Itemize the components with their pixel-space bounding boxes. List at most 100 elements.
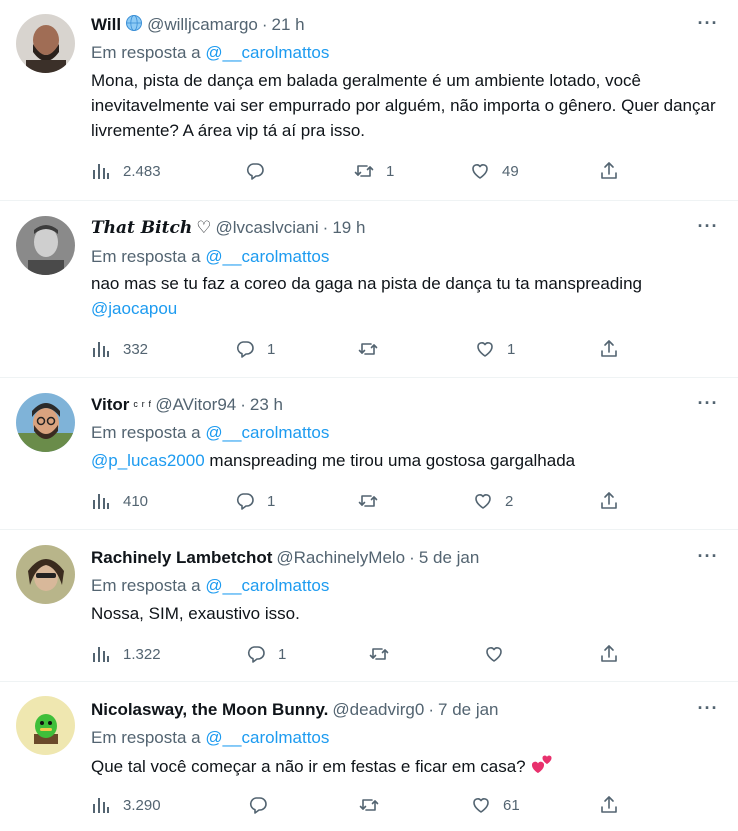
reply-button[interactable] [248,794,280,816]
views-button[interactable]: 410 [91,490,148,512]
like-count: 1 [507,340,516,358]
reply-button[interactable]: 1 [235,490,275,512]
views-count: 1.322 [123,645,161,663]
like-icon [470,161,490,181]
display-name[interactable]: Nicolasway, the Moon Bunny. [91,700,328,720]
tweet-mention[interactable]: @jaocapou [91,296,716,321]
like-button[interactable]: 2 [473,490,513,512]
like-count: 61 [503,796,520,814]
more-icon[interactable]: ··· [696,547,720,571]
display-name-suffix: ♡ [196,218,212,237]
display-name[interactable]: 𝑻𝒉𝒂𝒕 𝑩𝒊𝒕𝒄𝒉 [91,218,192,238]
user-handle[interactable]: @AVitor94 [155,395,236,415]
tweet-mention[interactable]: @p_lucas2000 [91,451,205,470]
views-button[interactable]: 332 [91,338,148,360]
avatar[interactable] [16,696,75,755]
like-button[interactable]: 61 [471,794,520,816]
display-name-suffix: ᶜ ʳ ᶠ [133,397,152,413]
tweet-time[interactable]: 5 de jan [419,548,480,568]
share-icon [599,491,619,511]
retweet-count: 1 [386,162,395,180]
views-icon [91,339,111,359]
reply-to-mention[interactable]: @__carolmattos [205,576,329,595]
retweet-button[interactable] [358,338,390,360]
share-icon [599,644,619,664]
user-handle[interactable]: @RachinelyMelo [276,548,405,568]
retweet-button[interactable] [359,794,391,816]
tweet-time[interactable]: 7 de jan [438,700,499,720]
action-bar: 410 1 2 [91,490,738,512]
retweet-button[interactable]: 1 [354,160,394,182]
tweet-text: Mona, pista de dança em balada geralment… [91,71,716,140]
avatar[interactable] [16,393,75,452]
separator-dot: · [409,548,415,567]
display-name[interactable]: Rachinely Lambetchot [91,548,272,568]
reply-to-mention[interactable]: @__carolmattos [205,423,329,442]
tweet-text: nao mas se tu faz a coreo da gaga na pis… [91,274,642,293]
reply-to-mention[interactable]: @__carolmattos [205,728,329,747]
like-icon [471,795,491,815]
reply-context: Em resposta a @__carolmattos [91,728,329,748]
tweet-time[interactable]: 23 h [250,395,283,415]
tweet-header: Rachinely Lambetchot @RachinelyMelo · 5 … [91,547,678,569]
share-button[interactable] [599,338,619,360]
like-button[interactable]: 49 [470,160,519,182]
tweet[interactable]: 𝑻𝒉𝒂𝒕 𝑩𝒊𝒕𝒄𝒉 ♡ @lvcaslvciani · 19 h ··· Em… [0,201,738,378]
display-name[interactable]: Vitor [91,395,129,415]
globe-icon [125,14,143,37]
action-bar: 1.322 1 [91,643,738,665]
action-bar: 2.483 1 49 [91,160,738,182]
user-handle[interactable]: @willjcamargo [147,15,258,35]
reply-context: Em resposta a @__carolmattos [91,247,329,267]
share-button[interactable] [599,490,619,512]
reply-to-mention[interactable]: @__carolmattos [205,43,329,62]
avatar[interactable] [16,545,75,604]
more-icon[interactable]: ··· [696,699,720,723]
tweet[interactable]: Nicolasway, the Moon Bunny. @deadvirg0 ·… [0,682,738,831]
tweet[interactable]: Vitor ᶜ ʳ ᶠ @AVitor94 · 23 h ··· Em resp… [0,378,738,530]
reply-icon [248,795,268,815]
retweet-icon [359,795,379,815]
reply-button[interactable]: 1 [246,643,286,665]
views-count: 410 [123,492,149,510]
more-icon[interactable]: ··· [696,217,720,241]
views-icon [91,644,111,664]
views-button[interactable]: 2.483 [91,160,161,182]
tweet-header: Vitor ᶜ ʳ ᶠ @AVitor94 · 23 h [91,394,678,416]
two-hearts-icon [530,753,554,782]
share-button[interactable] [599,160,619,182]
reply-button[interactable]: 1 [235,338,275,360]
separator-dot: · [240,395,246,414]
like-count: 2 [505,492,514,510]
tweet[interactable]: Will @willjcamargo · 21 h ··· Em respost… [0,0,738,201]
display-name[interactable]: Will [91,15,121,35]
avatar[interactable] [16,216,75,275]
retweet-icon [369,644,389,664]
more-icon[interactable]: ··· [696,394,720,418]
views-count: 332 [123,340,149,358]
tweet-time[interactable]: 19 h [332,218,365,238]
share-button[interactable] [599,643,619,665]
like-icon [475,339,495,359]
tweet-time[interactable]: 21 h [272,15,305,35]
tweet[interactable]: Rachinely Lambetchot @RachinelyMelo · 5 … [0,530,738,682]
retweet-button[interactable] [369,643,401,665]
more-icon[interactable]: ··· [696,14,720,38]
avatar[interactable] [16,14,75,73]
like-button[interactable] [484,643,516,665]
tweet-header: 𝑻𝒉𝒂𝒕 𝑩𝒊𝒕𝒄𝒉 ♡ @lvcaslvciani · 19 h [91,217,678,239]
share-button[interactable] [599,794,619,816]
user-handle[interactable]: @deadvirg0 [332,700,424,720]
share-icon [599,339,619,359]
like-button[interactable]: 1 [475,338,515,360]
reply-prefix: Em resposta a [91,43,201,62]
reply-to-mention[interactable]: @__carolmattos [205,247,329,266]
reply-button[interactable] [245,160,277,182]
action-bar: 3.290 61 [91,794,738,816]
views-button[interactable]: 3.290 [91,794,161,816]
retweet-button[interactable] [358,490,390,512]
tweet-text: Que tal você começar a não ir em festas … [91,757,526,776]
views-button[interactable]: 1.322 [91,643,161,665]
views-icon [91,161,111,181]
user-handle[interactable]: @lvcaslvciani [215,218,318,238]
